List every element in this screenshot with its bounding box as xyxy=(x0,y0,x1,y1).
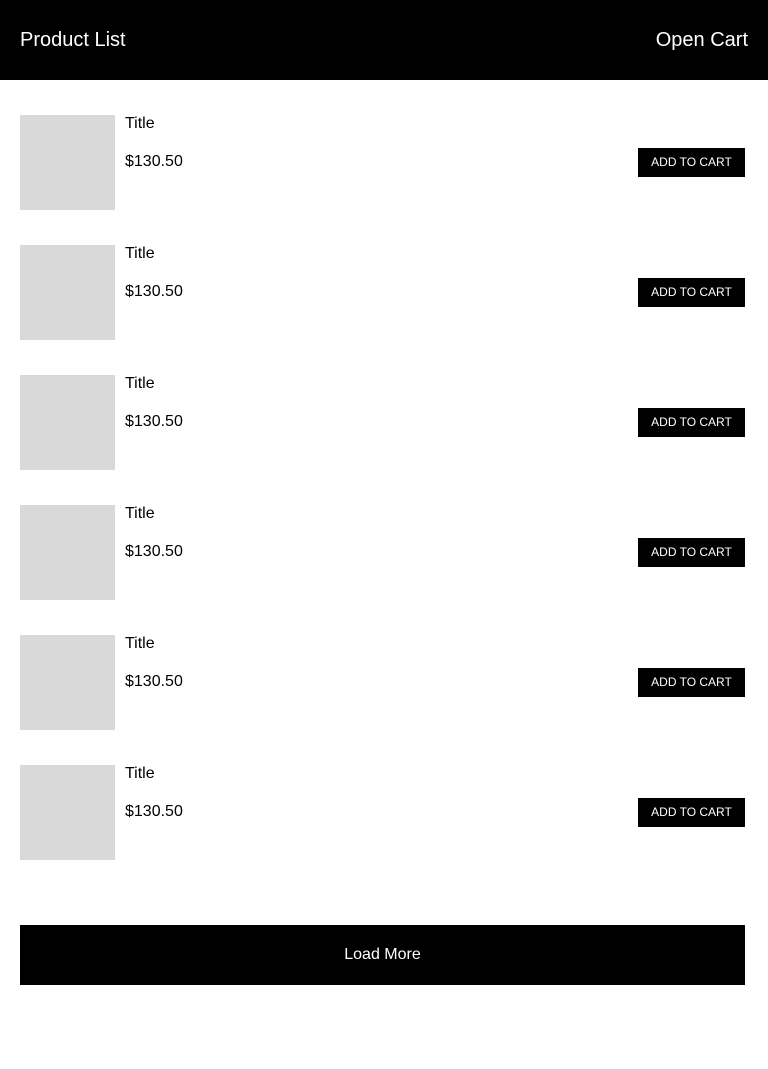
page-title: Product List xyxy=(20,29,126,51)
product-item: Title $130.50 ADD TO CART xyxy=(0,505,768,600)
product-image-placeholder xyxy=(20,765,115,860)
product-item: Title $130.50 ADD TO CART xyxy=(0,375,768,470)
product-title: Title xyxy=(125,635,155,652)
product-price: $130.50 xyxy=(125,283,183,300)
add-to-cart-button[interactable]: ADD TO CART xyxy=(638,668,745,697)
product-image-placeholder xyxy=(20,375,115,470)
product-price: $130.50 xyxy=(125,673,183,690)
add-to-cart-button[interactable]: ADD TO CART xyxy=(638,538,745,567)
product-price: $130.50 xyxy=(125,543,183,560)
product-title: Title xyxy=(125,245,155,262)
app-header: Product List Open Cart xyxy=(0,0,768,80)
product-title: Title xyxy=(125,115,155,132)
product-list: Title $130.50 ADD TO CART Title $130.50 … xyxy=(0,115,768,895)
add-to-cart-button[interactable]: ADD TO CART xyxy=(638,408,745,437)
add-to-cart-button[interactable]: ADD TO CART xyxy=(638,798,745,827)
add-to-cart-button[interactable]: ADD TO CART xyxy=(638,148,745,177)
product-item: Title $130.50 ADD TO CART xyxy=(0,635,768,730)
product-title: Title xyxy=(125,375,155,392)
product-title: Title xyxy=(125,765,155,782)
product-price: $130.50 xyxy=(125,413,183,430)
product-item: Title $130.50 ADD TO CART xyxy=(0,765,768,860)
product-image-placeholder xyxy=(20,505,115,600)
load-more-button[interactable]: Load More xyxy=(20,925,745,985)
open-cart-link[interactable]: Open Cart xyxy=(656,28,748,52)
product-price: $130.50 xyxy=(125,153,183,170)
product-item: Title $130.50 ADD TO CART xyxy=(0,115,768,210)
product-image-placeholder xyxy=(20,115,115,210)
product-image-placeholder xyxy=(20,245,115,340)
product-price: $130.50 xyxy=(125,803,183,820)
product-title: Title xyxy=(125,505,155,522)
add-to-cart-button[interactable]: ADD TO CART xyxy=(638,278,745,307)
product-item: Title $130.50 ADD TO CART xyxy=(0,245,768,340)
product-image-placeholder xyxy=(20,635,115,730)
